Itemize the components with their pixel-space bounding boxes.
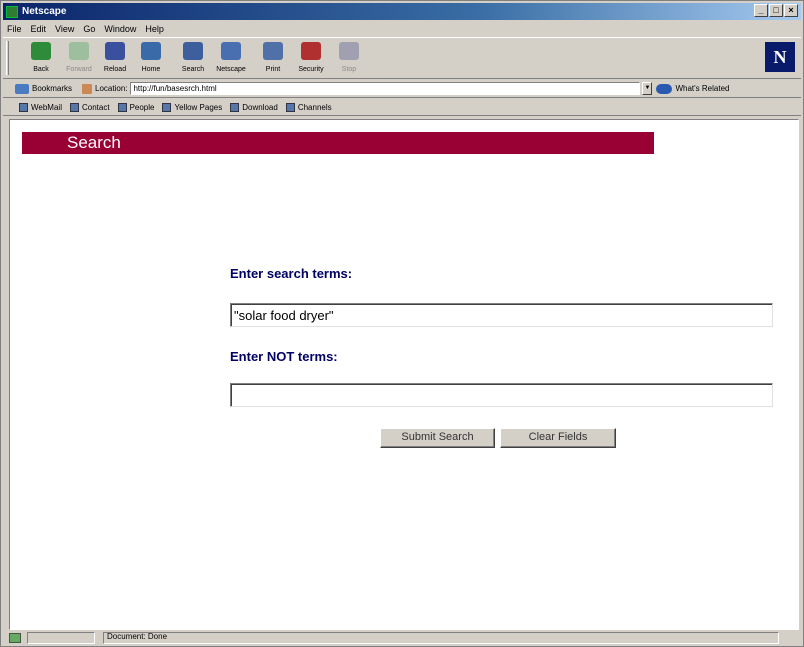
back-button-label: Back — [33, 66, 49, 73]
forward-button[interactable]: Forward — [59, 42, 99, 74]
print-icon — [263, 42, 283, 60]
not-terms-label: Enter NOT terms: — [230, 349, 338, 364]
bookmarks-icon — [15, 83, 29, 94]
clear-fields-button[interactable]: Clear Fields — [500, 428, 616, 448]
lock-icon — [301, 42, 321, 60]
netscape-n-logo[interactable]: N — [765, 42, 795, 72]
search-banner: Search — [22, 132, 654, 154]
close-button[interactable]: × — [784, 4, 798, 17]
netscape-logo-icon — [6, 5, 18, 18]
personal-item-label: People — [129, 102, 155, 112]
print-button-label: Print — [265, 66, 281, 73]
personal-yellow-pages[interactable]: Yellow Pages — [162, 102, 223, 112]
reload-icon — [105, 42, 125, 60]
whats-related-icon — [656, 83, 673, 94]
location-page-icon[interactable] — [82, 83, 93, 94]
submit-search-button[interactable]: Submit Search — [380, 428, 495, 448]
menu-file[interactable]: File — [7, 24, 22, 34]
personal-download[interactable]: Download — [230, 102, 278, 112]
maximize-button[interactable]: □ — [769, 4, 783, 17]
security-button-label: Security — [298, 66, 324, 73]
back-arrow-icon — [31, 42, 51, 60]
status-bar: Document: Done — [3, 631, 801, 645]
menu-view[interactable]: View — [55, 24, 74, 34]
whats-related-label: What's Related — [675, 84, 730, 93]
stop-button-label: Stop — [341, 66, 357, 73]
navigation-toolbar: Back Forward Reload Home Search Netscape Print… — [3, 37, 801, 79]
netscape-button-label: Netscape — [216, 66, 246, 73]
home-icon — [141, 42, 161, 60]
location-label-group: Location: — [82, 83, 128, 94]
bookmarks-label: Bookmarks — [32, 84, 73, 93]
channels-icon — [285, 102, 295, 112]
search-terms-label: Enter search terms: — [230, 266, 353, 281]
print-button[interactable]: Print — [253, 42, 293, 74]
page-title: Search — [67, 133, 121, 152]
menu-edit[interactable]: Edit — [31, 24, 47, 34]
bookmark-icon — [162, 102, 172, 112]
browser-window: Netscape _ □ × File Edit View Go Window … — [0, 0, 804, 647]
minimize-button[interactable]: _ — [754, 4, 768, 17]
not-terms-input[interactable] — [230, 383, 773, 407]
menu-go[interactable]: Go — [83, 24, 95, 34]
status-message-pane — [103, 632, 779, 644]
bookmark-icon — [69, 102, 79, 112]
search-icon — [183, 42, 203, 60]
toolbar-grip[interactable] — [6, 41, 9, 75]
location-label: Location: — [95, 84, 128, 93]
netscape-icon — [221, 42, 241, 60]
netscape-button[interactable]: Netscape — [211, 42, 251, 74]
personal-item-label: Yellow Pages — [174, 102, 223, 112]
page-content: Search Enter search terms: "solar food d… — [9, 119, 799, 630]
bookmarks-button[interactable]: Bookmarks — [15, 83, 73, 94]
forward-arrow-icon — [69, 42, 89, 60]
personal-people[interactable]: People — [117, 102, 155, 112]
back-button[interactable]: Back — [21, 42, 61, 74]
reload-button-label: Reload — [103, 66, 127, 73]
menu-window[interactable]: Window — [104, 24, 136, 34]
bookmark-icon — [117, 102, 127, 112]
home-button[interactable]: Home — [131, 42, 171, 74]
home-button-label: Home — [141, 66, 161, 73]
personal-item-label: WebMail — [31, 102, 62, 112]
personal-item-label: Download — [242, 102, 278, 112]
url-dropdown-button[interactable]: ▼ — [642, 82, 653, 95]
status-progress-pane — [27, 632, 95, 644]
security-button[interactable]: Security — [291, 42, 331, 74]
whats-related-button[interactable]: What's Related — [656, 83, 730, 94]
personal-contact[interactable]: Contact — [69, 102, 110, 112]
title-bar: Netscape _ □ × — [3, 3, 801, 20]
search-terms-input[interactable]: "solar food dryer" — [230, 303, 773, 327]
forward-button-label: Forward — [66, 66, 92, 73]
menu-bar: File Edit View Go Window Help — [3, 21, 164, 36]
bookmark-icon — [230, 102, 240, 112]
location-toolbar: Bookmarks Location: http://fun/basesrch.… — [3, 80, 801, 98]
personal-item-label: Contact — [81, 102, 110, 112]
stop-icon — [339, 42, 359, 60]
search-button[interactable]: Search — [173, 42, 213, 74]
window-controls: _ □ × — [754, 4, 798, 17]
security-status-icon[interactable] — [9, 633, 21, 643]
search-button-label: Search — [181, 66, 205, 73]
personal-webmail[interactable]: WebMail — [19, 102, 62, 112]
reload-button[interactable]: Reload — [95, 42, 135, 74]
menu-help[interactable]: Help — [145, 24, 164, 34]
url-input[interactable]: http://fun/basesrch.html — [130, 82, 641, 95]
stop-button[interactable]: Stop — [329, 42, 369, 74]
bookmark-icon — [19, 102, 28, 112]
personal-channels[interactable]: Channels — [285, 102, 332, 112]
personal-toolbar: WebMail Contact People Yellow Pages Down… — [3, 99, 801, 116]
window-title: Netscape — [22, 6, 67, 17]
personal-item-label: Channels — [297, 102, 332, 112]
